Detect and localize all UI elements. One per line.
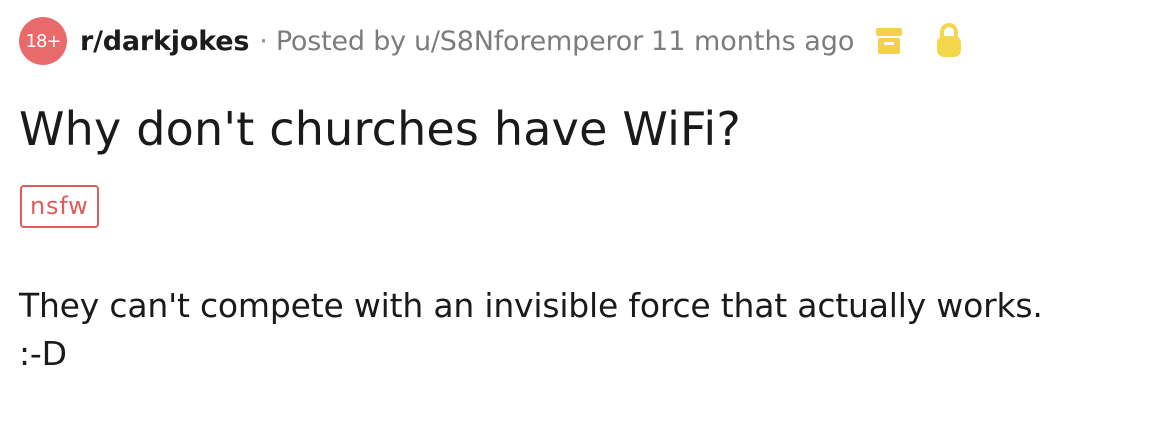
post-body: They can't compete with an invisible for…	[19, 282, 1043, 378]
posted-by-label: Posted by	[275, 25, 406, 57]
archive-icon	[874, 25, 904, 57]
subreddit-link[interactable]: r/darkjokes	[80, 26, 249, 57]
lock-icon	[934, 22, 964, 60]
nsfw-flair: nsfw	[20, 185, 99, 228]
post-timestamp[interactable]: 11 months ago	[651, 26, 854, 57]
reddit-post: 18+ r/darkjokes · Posted by u/S8Nforempe…	[0, 0, 1176, 424]
post-body-line: They can't compete with an invisible for…	[19, 286, 1043, 325]
post-body-line: :-D	[19, 334, 67, 373]
subreddit-nsfw-avatar[interactable]: 18+	[19, 17, 67, 65]
meta-separator: ·	[259, 25, 268, 57]
author-link[interactable]: u/S8Nforemperor	[414, 26, 643, 57]
post-meta-row: 18+ r/darkjokes · Posted by u/S8Nforempe…	[19, 17, 964, 65]
post-title[interactable]: Why don't churches have WiFi?	[19, 94, 741, 164]
